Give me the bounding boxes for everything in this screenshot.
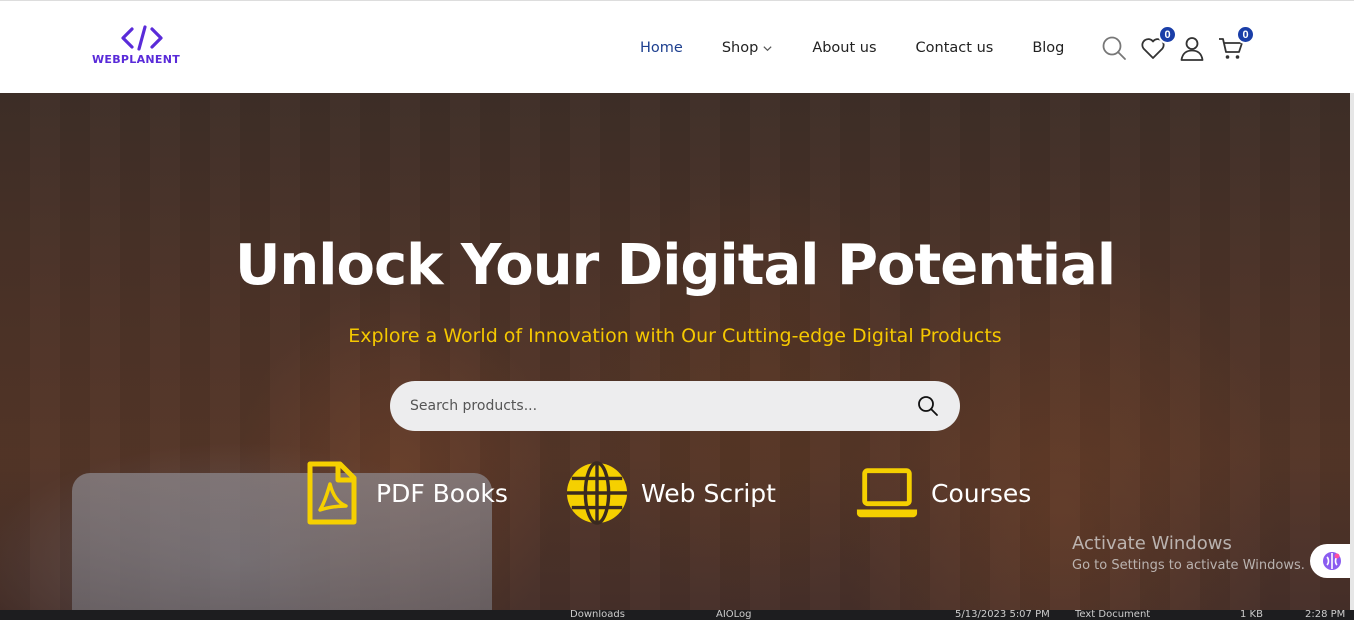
watermark-subtitle: Go to Settings to activate Windows.	[1072, 558, 1305, 573]
search-submit-icon[interactable]	[916, 394, 940, 418]
category-pdf-books-label: PDF Books	[376, 478, 508, 508]
nav-contact[interactable]: Contact us	[916, 40, 994, 56]
category-web-script[interactable]: Web Script	[565, 458, 776, 528]
laptop-icon	[856, 468, 918, 518]
wishlist-count-badge: 0	[1158, 25, 1177, 44]
header-icons: 0 0	[1100, 3, 1256, 93]
cart-button[interactable]: 0	[1217, 25, 1255, 62]
hero-title: Unlock Your Digital Potential	[234, 233, 1116, 298]
cart-count-badge: 0	[1236, 25, 1255, 44]
category-pdf-books[interactable]: PDF Books	[300, 458, 508, 528]
taskbar-item-downloads[interactable]: Downloads	[570, 610, 625, 620]
product-search-input[interactable]	[410, 398, 916, 414]
header-search-button[interactable]	[1100, 34, 1128, 62]
taskbar-item-aiolog[interactable]: AIOLog	[716, 610, 752, 620]
nav-shop[interactable]: Shop	[722, 40, 773, 56]
taskbar-clock: 2:28 PM	[1305, 610, 1346, 620]
hero-banner: Unlock Your Digital Potential Explore a …	[0, 93, 1350, 610]
code-brackets-icon	[121, 25, 163, 51]
nav-shop-label: Shop	[721, 40, 759, 56]
logo-text: WEBPLANENT	[92, 53, 181, 66]
account-button[interactable]	[1178, 34, 1206, 62]
category-web-script-label: Web Script	[641, 478, 776, 508]
windows-activation-watermark: Activate Windows Go to Settings to activ…	[1072, 533, 1305, 573]
taskbar-item-type: Text Document	[1075, 610, 1151, 620]
page-scrollbar[interactable]	[1350, 93, 1354, 610]
hero-subtitle: Explore a World of Innovation with Our C…	[348, 325, 1002, 347]
category-courses-label: Courses	[931, 478, 1032, 508]
product-search-bar	[390, 381, 960, 431]
site-header: WEBPLANENT Home Shop About us Contact us…	[0, 3, 1354, 93]
main-nav: Home Shop About us Contact us Blog	[640, 3, 1103, 93]
wishlist-button[interactable]: 0	[1139, 25, 1177, 62]
brain-icon	[1323, 552, 1341, 570]
nav-home[interactable]: Home	[640, 40, 683, 56]
taskbar-item-size: 1 KB	[1240, 610, 1263, 620]
chevron-down-icon	[763, 45, 772, 51]
taskbar-item-date: 5/13/2023 5:07 PM	[955, 610, 1050, 620]
ai-assistant-button[interactable]	[1310, 544, 1350, 578]
nav-about[interactable]: About us	[812, 40, 876, 56]
watermark-title: Activate Windows	[1072, 533, 1232, 554]
globe-icon	[566, 461, 628, 525]
user-icon	[1180, 37, 1204, 61]
category-courses[interactable]: Courses	[855, 458, 1031, 528]
category-links: PDF Books Web Script Courses	[0, 458, 1350, 528]
search-icon	[1102, 36, 1126, 60]
logo[interactable]: WEBPLANENT	[92, 25, 192, 71]
os-taskbar: Downloads AIOLog 5/13/2023 5:07 PM Text …	[0, 610, 1354, 620]
pdf-file-icon	[307, 461, 357, 525]
nav-blog[interactable]: Blog	[1032, 40, 1064, 56]
